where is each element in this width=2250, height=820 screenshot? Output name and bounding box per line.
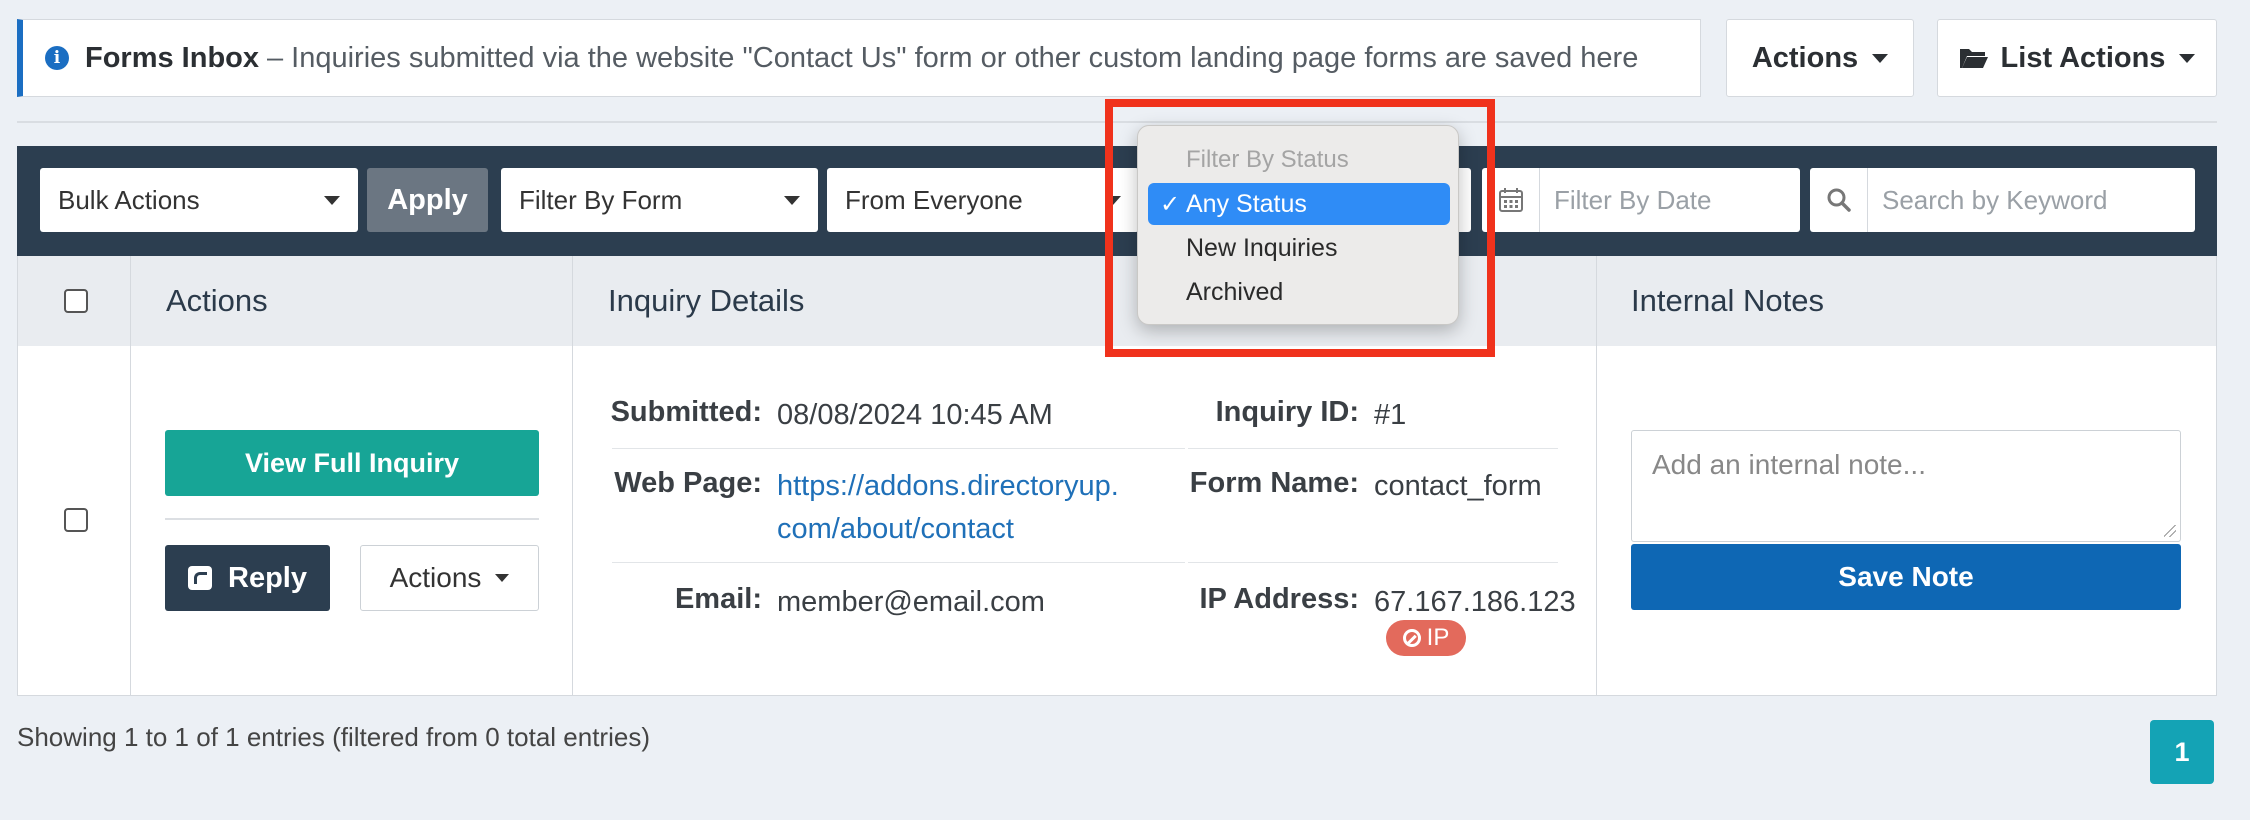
divider (612, 562, 1185, 563)
internal-note-textarea[interactable]: Add an internal note... (1631, 430, 2181, 542)
internal-note-placeholder: Add an internal note... (1652, 449, 1926, 480)
apply-button[interactable]: Apply (367, 168, 488, 232)
bulk-actions-select[interactable]: Bulk Actions (40, 168, 358, 232)
web-page-link-line2[interactable]: com/about/contact (777, 508, 1014, 551)
table-info: Showing 1 to 1 of 1 entries (filtered fr… (17, 722, 650, 752)
caret-down-icon (324, 195, 340, 205)
filter-by-form-label: Filter By Form (519, 184, 683, 215)
filter-by-date-input[interactable]: Filter By Date (1482, 168, 1800, 232)
column-divider (572, 256, 573, 696)
column-inquiry-details: Inquiry Details (608, 283, 805, 318)
column-divider (130, 256, 131, 696)
row-actions-button[interactable]: Actions (360, 545, 539, 611)
column-internal-notes: Internal Notes (1631, 283, 1824, 318)
caret-down-icon (2179, 53, 2196, 63)
form-name-label: Form Name: (1189, 467, 1359, 499)
divider (1188, 562, 1558, 563)
info-description: Inquiries submitted via the website "Con… (291, 41, 1639, 74)
ban-ip-badge[interactable]: IP (1386, 620, 1466, 656)
ban-icon (1402, 629, 1421, 647)
caret-down-icon (1872, 53, 1889, 63)
list-actions-button-label: List Actions (2000, 41, 2166, 74)
from-everyone-select[interactable]: From Everyone (827, 168, 1139, 232)
pagination-page-1[interactable]: 1 (2150, 720, 2214, 784)
forms-inbox-info-bar: i Forms Inbox – Inquiries submitted via … (17, 19, 1701, 97)
list-actions-button[interactable]: List Actions (1937, 19, 2217, 97)
bulk-actions-label: Bulk Actions (58, 184, 200, 215)
annotation-highlight-box (1105, 99, 1495, 357)
submitted-label: Submitted: (610, 396, 762, 428)
search-placeholder: Search by Keyword (1882, 184, 2108, 215)
divider (165, 518, 539, 520)
form-name-value: contact_form (1374, 470, 1542, 502)
actions-button-label: Actions (1751, 41, 1859, 74)
resize-handle-icon[interactable] (2164, 525, 2176, 537)
save-note-button[interactable]: Save Note (1631, 544, 2181, 610)
from-everyone-label: From Everyone (845, 184, 1023, 215)
divider (612, 448, 1185, 449)
view-full-inquiry-button[interactable]: View Full Inquiry (165, 430, 539, 496)
caret-down-icon (495, 574, 510, 582)
search-icon (1810, 168, 1868, 232)
ip-badge-label: IP (1426, 624, 1450, 651)
filter-by-form-select[interactable]: Filter By Form (501, 168, 818, 232)
email-value: member@email.com (777, 586, 1045, 618)
submitted-value: 08/08/2024 10:45 AM (777, 399, 1053, 431)
column-actions: Actions (166, 283, 268, 318)
row-checkbox[interactable] (64, 508, 88, 532)
folder-open-icon (1959, 49, 1988, 68)
row-actions-label: Actions (389, 562, 482, 593)
reply-button-label: Reply (228, 561, 307, 594)
web-page-link-line1[interactable]: https://addons.directoryup. (777, 465, 1119, 508)
reply-icon (188, 566, 212, 590)
caret-down-icon (784, 195, 800, 205)
ip-address-label: IP Address: (1199, 583, 1359, 615)
filter-by-date-placeholder: Filter By Date (1554, 184, 1712, 215)
actions-button[interactable]: Actions (1726, 19, 1914, 97)
divider (1188, 448, 1558, 449)
info-title: Forms Inbox (85, 41, 260, 74)
info-icon: i (45, 46, 69, 70)
web-page-label: Web Page: (614, 467, 762, 499)
inquiry-id-label: Inquiry ID: (1215, 396, 1359, 428)
search-input[interactable]: Search by Keyword (1810, 168, 2195, 232)
inquiry-id-value: #1 (1374, 399, 1407, 431)
email-label: Email: (674, 583, 762, 615)
select-all-checkbox[interactable] (64, 289, 88, 313)
column-divider (1596, 256, 1597, 696)
info-separator: – (267, 41, 284, 74)
reply-button[interactable]: Reply (165, 545, 330, 611)
ip-address-value: 67.167.186.123 (1374, 586, 1576, 618)
